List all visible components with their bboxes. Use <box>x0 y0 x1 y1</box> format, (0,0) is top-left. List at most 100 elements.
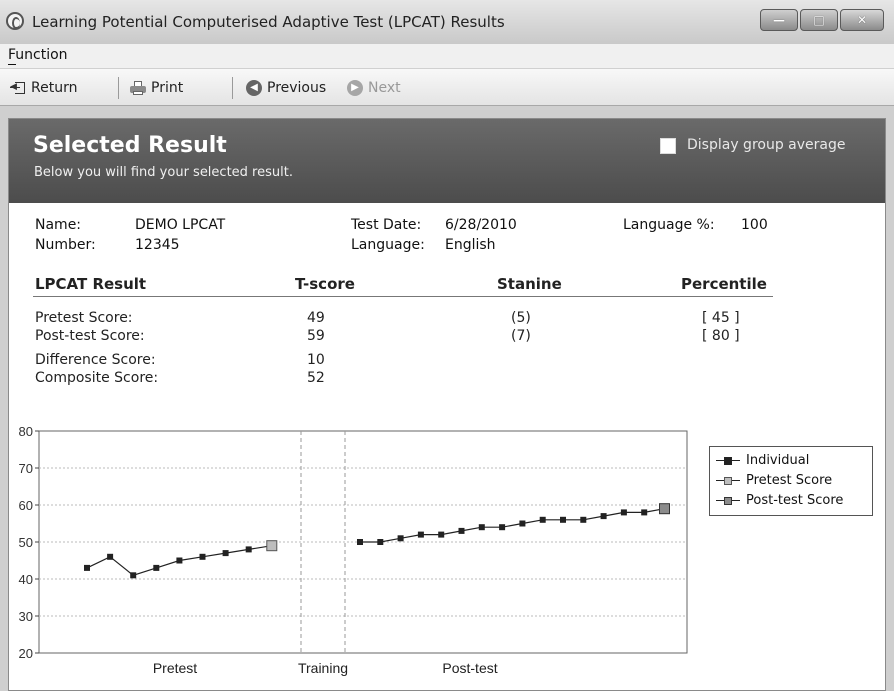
individual-point <box>458 527 465 534</box>
col-header-stanine: Stanine <box>497 275 562 293</box>
individual-point <box>417 531 424 538</box>
maximize-icon: □ <box>813 13 825 27</box>
menu-function[interactable]: Function <box>8 47 68 63</box>
legend-item-individual: Individual <box>716 453 809 468</box>
legend-label: Pretest Score <box>746 473 833 488</box>
minimize-button[interactable]: — <box>760 9 798 31</box>
individual-point <box>539 516 546 523</box>
test-date-value: 6/28/2010 <box>445 217 517 233</box>
row-label: Difference Score: <box>35 352 156 368</box>
individual-point <box>600 513 607 520</box>
language-label: Language: <box>351 237 425 253</box>
individual-point <box>130 572 137 579</box>
y-tick-label: 20 <box>19 646 33 661</box>
name-value: DEMO LPCAT <box>135 217 226 233</box>
legend-swatch-individual <box>716 456 740 466</box>
y-tick-label: 80 <box>19 424 33 439</box>
test-date-label: Test Date: <box>351 217 422 233</box>
arrow-right-icon: ▶ <box>347 80 363 96</box>
header-rule <box>33 296 773 297</box>
previous-button[interactable]: ◀ Previous <box>246 78 326 98</box>
previous-label: Previous <box>267 80 327 96</box>
window-controls: — □ ✕ <box>758 9 884 31</box>
result-header: Selected Result Below you will find your… <box>9 119 885 203</box>
page-subtitle: Below you will find your selected result… <box>34 165 293 180</box>
toolbar-separator <box>232 77 233 99</box>
x-section-label: Training <box>298 660 348 676</box>
legend-item-posttest: Post-test Score <box>716 493 843 508</box>
toolbar-separator <box>118 77 119 99</box>
y-tick-label: 60 <box>19 498 33 513</box>
x-section-label: Pretest <box>153 660 197 676</box>
row-tscore: 49 <box>307 310 325 326</box>
row-label: Composite Score: <box>35 370 159 386</box>
name-label: Name: <box>35 217 82 233</box>
toolbar: ◀ Return Print ◀ Previous ▶ Next <box>0 69 894 106</box>
individual-point <box>519 520 526 527</box>
col-header-tscore: T-score <box>295 275 355 293</box>
individual-point <box>199 553 206 560</box>
individual-point <box>153 564 160 571</box>
row-stanine: (7) <box>511 328 531 344</box>
row-percentile: [ 80 ] <box>702 328 740 344</box>
legend-label: Post-test Score <box>746 493 844 508</box>
close-icon: ✕ <box>856 13 868 27</box>
row-tscore: 59 <box>307 328 325 344</box>
menu-function-accel-underline <box>8 64 16 65</box>
individual-point <box>84 564 90 571</box>
x-section-label: Post-test <box>442 660 497 676</box>
page-title: Selected Result <box>33 133 227 158</box>
individual-point <box>580 516 587 523</box>
col-header-percentile: Percentile <box>681 275 767 293</box>
col-header-result: LPCAT Result <box>35 275 147 293</box>
return-label: Return <box>31 80 78 96</box>
individual-point <box>478 524 485 531</box>
next-button[interactable]: ▶ Next <box>347 78 401 98</box>
individual-point <box>222 550 229 557</box>
individual-point <box>620 509 627 516</box>
printer-icon <box>130 80 146 96</box>
number-label: Number: <box>35 237 96 253</box>
individual-point <box>107 553 114 560</box>
individual-point <box>357 539 363 545</box>
menu-bar: Function <box>0 44 894 69</box>
y-tick-label: 30 <box>19 609 33 624</box>
language-pct-label: Language %: <box>623 217 715 233</box>
app-icon <box>6 12 24 30</box>
row-stanine: (5) <box>511 310 531 326</box>
individual-point <box>377 539 384 545</box>
title-bar: Learning Potential Computerised Adaptive… <box>0 0 894 45</box>
language-value: English <box>445 237 496 253</box>
legend-swatch-pretest <box>716 476 740 486</box>
language-pct-value: 100 <box>741 217 768 233</box>
print-label: Print <box>151 80 184 96</box>
number-value: 12345 <box>135 237 180 253</box>
result-panel: Selected Result Below you will find your… <box>8 118 886 691</box>
chart-legend: Individual Pretest Score Post-test Score <box>709 446 873 516</box>
individual-point <box>438 531 445 538</box>
individual-point <box>397 535 404 542</box>
group-average-checkbox[interactable] <box>660 138 676 154</box>
posttest-score-point <box>659 503 670 515</box>
minimize-icon: — <box>773 13 785 27</box>
arrow-left-icon: ◀ <box>246 80 262 96</box>
individual-point <box>499 524 506 531</box>
legend-swatch-posttest <box>716 496 740 506</box>
next-label: Next <box>368 80 401 96</box>
maximize-button[interactable]: □ <box>800 9 838 31</box>
return-button[interactable]: ◀ Return <box>10 78 77 98</box>
y-tick-label: 40 <box>19 572 33 587</box>
row-tscore: 10 <box>307 352 325 368</box>
window-title: Learning Potential Computerised Adaptive… <box>32 13 505 31</box>
close-button[interactable]: ✕ <box>840 9 884 31</box>
y-tick-label: 50 <box>19 535 33 550</box>
individual-point <box>176 557 183 564</box>
row-tscore: 52 <box>307 370 325 386</box>
row-percentile: [ 45 ] <box>702 310 740 326</box>
legend-label: Individual <box>746 453 810 468</box>
group-average-label: Display group average <box>687 137 846 153</box>
individual-point <box>560 516 566 523</box>
y-tick-label: 70 <box>19 461 33 476</box>
print-button[interactable]: Print <box>130 78 183 98</box>
return-icon: ◀ <box>10 80 26 96</box>
